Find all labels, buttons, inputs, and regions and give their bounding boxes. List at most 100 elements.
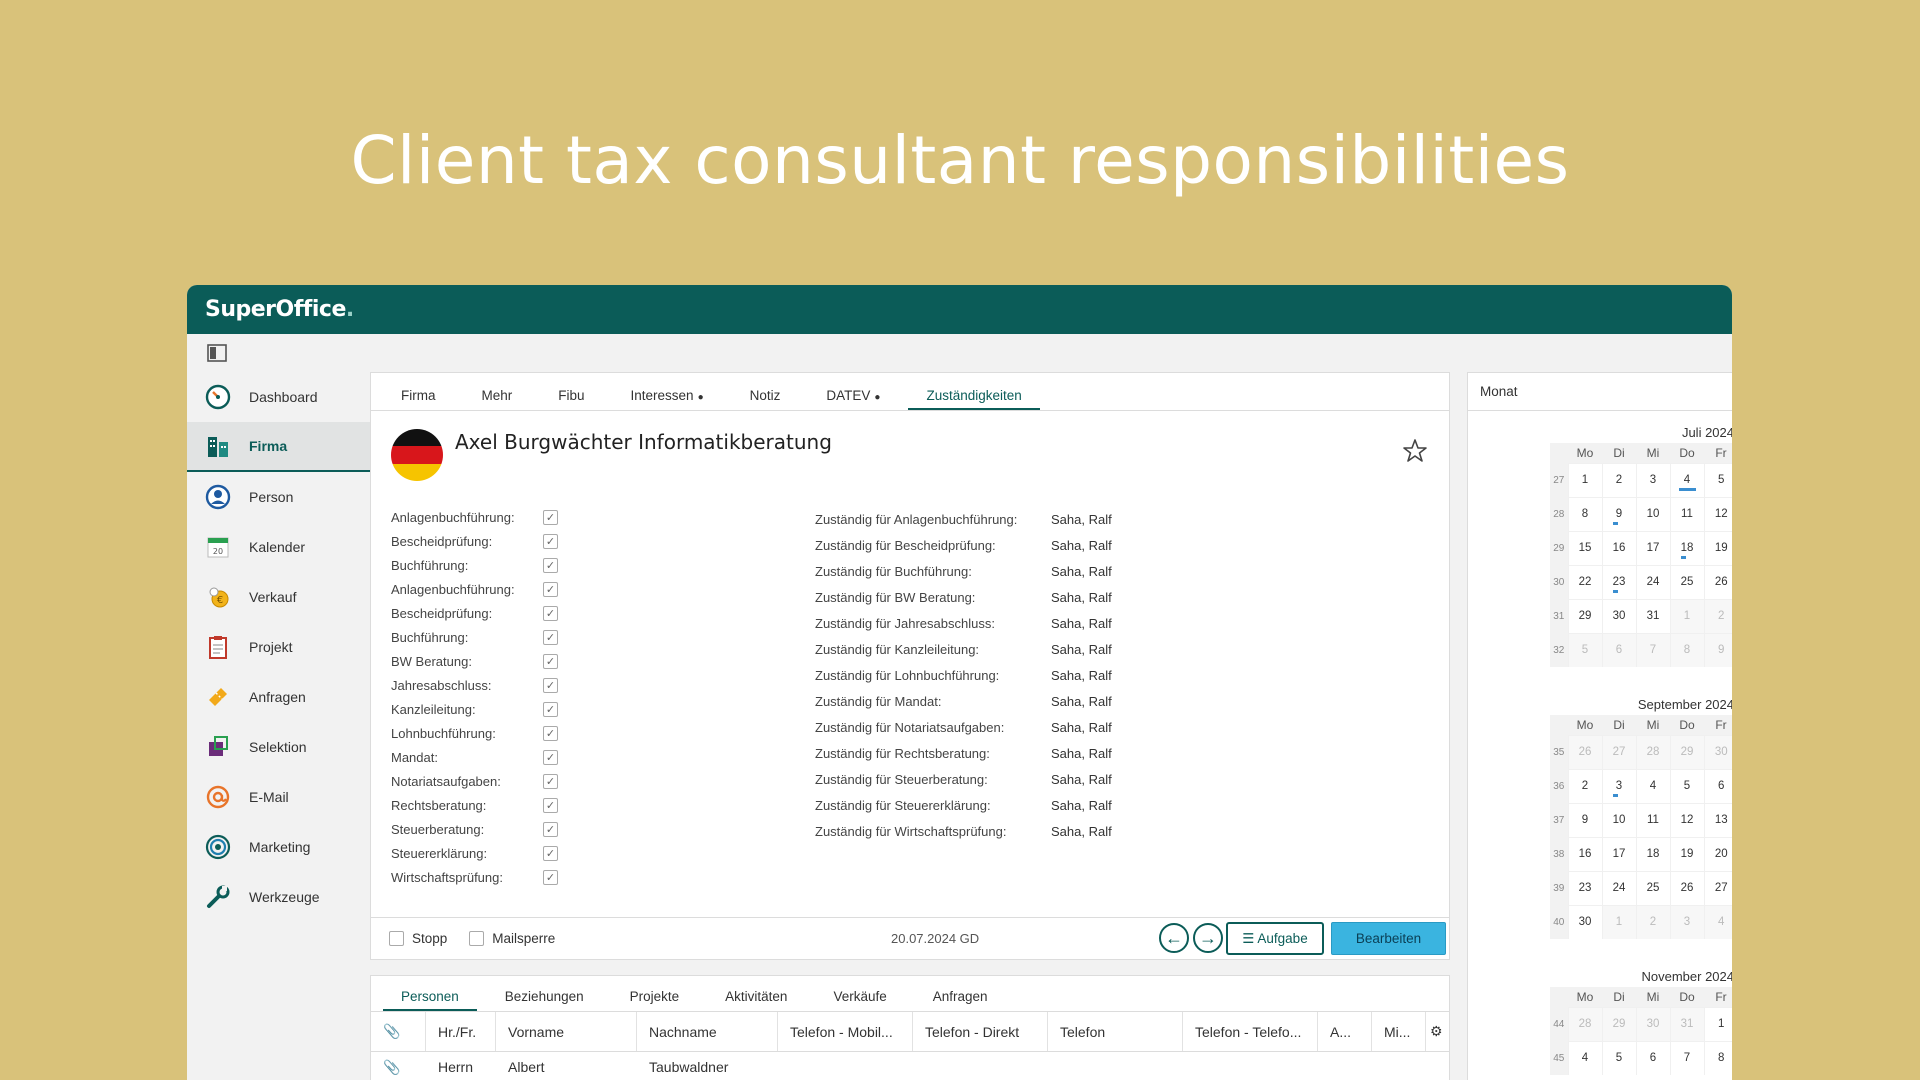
nav-item-person[interactable]: Person [187,472,370,522]
checkbox[interactable]: ✓ [543,821,558,837]
responsible-person[interactable]: Saha, Ralf [1051,668,1112,683]
day-cell[interactable]: 25 [1635,870,1670,905]
day-cell[interactable]: 24 [1635,564,1670,599]
checkbox[interactable]: ✓ [543,581,558,597]
day-cell[interactable]: 2 [1601,462,1636,497]
day-cell[interactable]: 24 [1601,870,1636,905]
day-cell[interactable]: 31 [1669,1006,1704,1041]
day-cell[interactable]: 29 [1567,598,1602,633]
day-cell[interactable]: 16 [1567,836,1602,871]
day-cell[interactable]: 8 [1669,632,1704,667]
nav-item-werkzeuge[interactable]: Werkzeuge [187,872,370,922]
day-cell[interactable]: 10 [1635,496,1670,531]
day-cell[interactable]: 26 [1703,564,1732,599]
nav-item-anfragen[interactable]: Anfragen [187,672,370,722]
column-header[interactable]: Mi... [1372,1012,1426,1051]
nav-item-firma[interactable]: Firma [187,422,370,472]
day-cell[interactable]: 30 [1601,598,1636,633]
tab-interessen[interactable]: Interessen ● [613,388,722,410]
day-cell[interactable]: 4 [1567,1040,1602,1075]
day-cell[interactable]: 4 [1635,768,1670,803]
column-header[interactable]: A... [1318,1012,1372,1051]
day-cell[interactable]: 7 [1635,632,1670,667]
day-cell[interactable]: 16 [1601,530,1636,565]
responsible-person[interactable]: Saha, Ralf [1051,642,1112,657]
column-header[interactable]: Telefon [1048,1012,1183,1051]
day-cell[interactable]: 7 [1669,1040,1704,1075]
checkbox[interactable]: ✓ [543,749,558,765]
day-cell[interactable]: 5 [1567,632,1602,667]
day-cell[interactable]: 6 [1703,768,1732,803]
day-cell[interactable]: 3 [1635,462,1670,497]
responsible-person[interactable]: Saha, Ralf [1051,772,1112,787]
stopp-checkbox[interactable] [389,931,404,946]
mailsperre-option[interactable]: Mailsperre [469,931,555,946]
day-cell[interactable]: 19 [1669,836,1704,871]
checkbox[interactable]: ✓ [543,653,558,669]
day-cell[interactable]: 15 [1567,530,1602,565]
responsible-person[interactable]: Saha, Ralf [1051,564,1112,579]
nav-item-projekt[interactable]: Projekt [187,622,370,672]
favorite-star-icon[interactable] [1401,437,1429,465]
day-cell[interactable]: 12 [1669,802,1704,837]
day-cell[interactable]: 3 [1669,904,1704,939]
responsible-person[interactable]: Saha, Ralf [1051,538,1112,553]
attachment-column[interactable]: 📎 [371,1012,426,1051]
day-cell[interactable]: 6 [1601,632,1636,667]
tab-firma[interactable]: Firma [383,388,454,410]
day-cell[interactable]: 27 [1703,870,1732,905]
checkbox[interactable]: ✓ [543,605,558,621]
checkbox[interactable]: ✓ [543,629,558,645]
day-cell[interactable]: 2 [1567,768,1602,803]
day-cell[interactable]: 27 [1601,734,1636,769]
responsible-person[interactable]: Saha, Ralf [1051,616,1112,631]
nav-item-verkauf[interactable]: € Verkauf [187,572,370,622]
tab-projekte[interactable]: Projekte [612,989,698,1011]
day-cell[interactable]: 18 [1669,530,1704,565]
tab-mehr[interactable]: Mehr [464,388,531,410]
checkbox[interactable]: ✓ [543,869,558,885]
checkbox[interactable]: ✓ [543,725,558,741]
stopp-option[interactable]: Stopp [389,931,447,946]
checkbox[interactable]: ✓ [543,533,558,549]
tab-zustaendigkeiten[interactable]: Zuständigkeiten [908,388,1040,410]
responsible-person[interactable]: Saha, Ralf [1051,824,1112,839]
day-cell[interactable]: 30 [1703,734,1732,769]
nav-item-selektion[interactable]: Selektion [187,722,370,772]
next-arrow-icon[interactable]: → [1193,923,1223,953]
settings-gear-icon[interactable]: ⚙ [1426,1012,1446,1051]
day-cell[interactable]: 2 [1703,598,1732,633]
mailsperre-checkbox[interactable] [469,931,485,946]
day-cell[interactable]: 4 [1703,904,1732,939]
responsible-person[interactable]: Saha, Ralf [1051,720,1112,735]
task-button[interactable]: ☰ Aufgabe [1226,922,1324,955]
day-cell[interactable]: 22 [1567,564,1602,599]
day-cell[interactable]: 28 [1567,1006,1602,1041]
column-header[interactable]: Telefon - Mobil... [778,1012,913,1051]
day-cell[interactable]: 18 [1635,836,1670,871]
day-cell[interactable]: 5 [1601,1040,1636,1075]
column-header[interactable]: Telefon - Telefo... [1183,1012,1318,1051]
responsible-person[interactable]: Saha, Ralf [1051,590,1112,605]
calendar-view-selector[interactable]: Monat [1468,373,1732,411]
checkbox[interactable]: ✓ [543,797,558,813]
day-cell[interactable]: 29 [1669,734,1704,769]
checkbox[interactable]: ✓ [543,701,558,717]
day-cell[interactable]: 9 [1703,632,1732,667]
day-cell[interactable]: 31 [1635,598,1670,633]
day-cell[interactable]: 25 [1669,564,1704,599]
table-row[interactable]: 📎 Herrn Albert Taubwaldner [371,1052,1449,1080]
tab-aktivitaeten[interactable]: Aktivitäten [707,989,805,1011]
day-cell[interactable]: 8 [1703,1040,1732,1075]
nav-item-kalender[interactable]: 20 Kalender [187,522,370,572]
responsible-person[interactable]: Saha, Ralf [1051,746,1112,761]
day-cell[interactable]: 30 [1567,904,1602,939]
responsible-person[interactable]: Saha, Ralf [1051,798,1112,813]
column-header[interactable]: Vorname [496,1012,637,1051]
edit-button[interactable]: Bearbeiten [1331,922,1446,955]
day-cell[interactable]: 12 [1703,496,1732,531]
tab-fibu[interactable]: Fibu [540,388,602,410]
checkbox[interactable]: ✓ [543,845,558,861]
column-header[interactable]: Nachname [637,1012,778,1051]
column-header[interactable]: Telefon - Direkt [913,1012,1048,1051]
